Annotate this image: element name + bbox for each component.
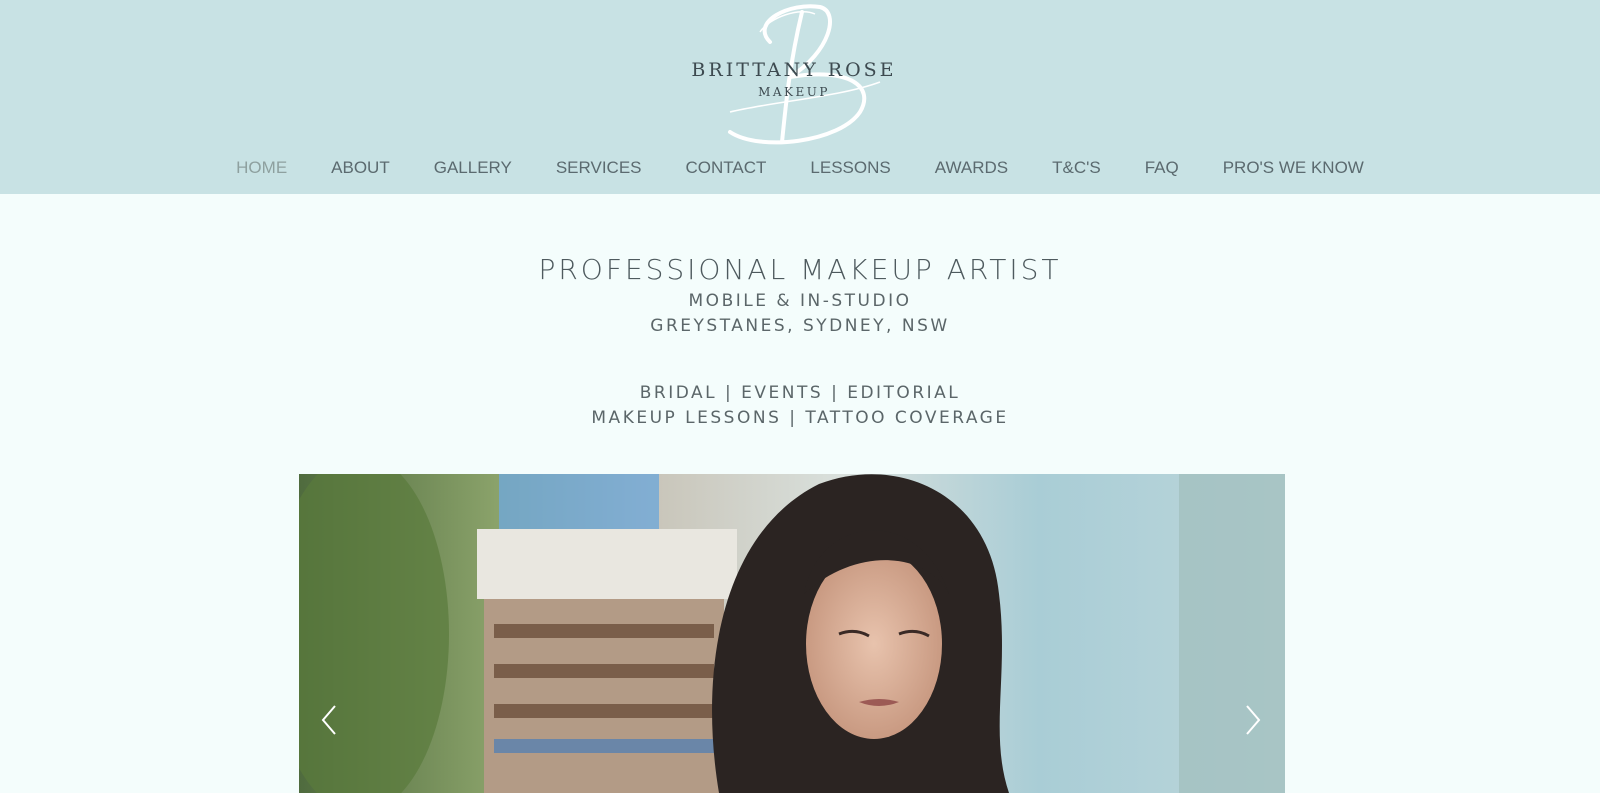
prev-slide-button[interactable] bbox=[315, 700, 345, 740]
intro-line-location: GREYSTANES, SYDNEY, NSW bbox=[650, 316, 950, 336]
next-slide-button[interactable] bbox=[1237, 700, 1267, 740]
site-header: BRITTANY ROSE MAKEUP HOME ABOUT GALLERY … bbox=[0, 0, 1600, 194]
nav-gallery[interactable]: GALLERY bbox=[412, 158, 534, 178]
logo-title: BRITTANY ROSE bbox=[691, 59, 897, 81]
nav-lessons[interactable]: LESSONS bbox=[788, 158, 912, 178]
main-nav: HOME ABOUT GALLERY SERVICES CONTACT LESS… bbox=[0, 158, 1600, 178]
nav-contact[interactable]: CONTACT bbox=[664, 158, 789, 178]
nav-home[interactable]: HOME bbox=[214, 158, 309, 178]
services-line-1: BRIDAL | EVENTS | EDITORIAL bbox=[639, 383, 961, 403]
chevron-left-icon bbox=[321, 705, 336, 735]
page-title: PROFESSIONAL MAKEUP ARTIST bbox=[538, 253, 1062, 286]
intro-line-mobile: MOBILE & IN-STUDIO bbox=[688, 291, 912, 311]
chevron-right-icon bbox=[1246, 705, 1261, 735]
brand-logo[interactable]: BRITTANY ROSE MAKEUP bbox=[690, 2, 910, 152]
nav-terms[interactable]: T&C'S bbox=[1030, 158, 1123, 178]
slide-image bbox=[299, 474, 1285, 793]
nav-awards[interactable]: AWARDS bbox=[913, 158, 1030, 178]
nav-pros-we-know[interactable]: PRO'S WE KNOW bbox=[1201, 158, 1386, 178]
nav-faq[interactable]: FAQ bbox=[1123, 158, 1201, 178]
logo-subtitle: MAKEUP bbox=[758, 85, 830, 99]
services-line-2: MAKEUP LESSONS | TATTOO COVERAGE bbox=[591, 408, 1009, 428]
nav-about[interactable]: ABOUT bbox=[309, 158, 412, 178]
hero-slideshow[interactable] bbox=[299, 474, 1285, 793]
nav-services[interactable]: SERVICES bbox=[534, 158, 664, 178]
